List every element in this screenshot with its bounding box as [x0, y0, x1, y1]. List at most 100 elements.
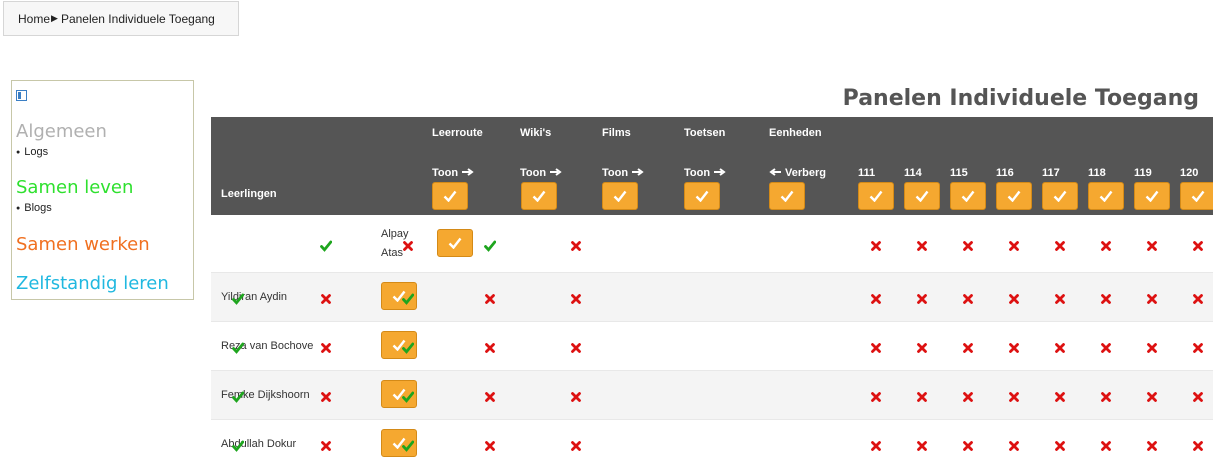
access-denied-cross-icon[interactable] [962, 390, 974, 402]
student-select-all-button[interactable] [437, 229, 473, 257]
panel-films-toggle-link[interactable]: Toon [602, 167, 644, 179]
access-denied-cross-icon[interactable] [1192, 439, 1204, 451]
checkmark-icon [695, 190, 709, 202]
access-denied-cross-icon[interactable] [1054, 439, 1066, 451]
panel-films-select-all-button[interactable] [602, 182, 638, 210]
access-denied-cross-icon[interactable] [916, 439, 928, 451]
panel-wikis-action-label: Toon [520, 167, 547, 179]
unit-117-select-all-button[interactable] [1042, 182, 1078, 210]
panel-leerroute-select-all-button[interactable] [432, 182, 468, 210]
access-denied-cross-icon[interactable] [1008, 341, 1020, 353]
access-denied-cross-icon[interactable] [1100, 239, 1112, 251]
panel-toetsen-toggle-link[interactable]: Toon [684, 167, 726, 179]
access-denied-cross-icon[interactable] [1192, 239, 1204, 251]
access-denied-cross-icon[interactable] [870, 341, 882, 353]
checkmark-icon [532, 190, 546, 202]
panel-eenheden-select-all-button[interactable] [769, 182, 805, 210]
access-denied-cross-icon[interactable] [962, 341, 974, 353]
access-denied-cross-icon[interactable] [484, 292, 496, 304]
unit-115-select-all-button[interactable] [950, 182, 986, 210]
unit-120-select-all-button[interactable] [1180, 182, 1213, 210]
access-granted-check-icon[interactable] [402, 390, 415, 403]
breadcrumb-current[interactable]: Panelen Individuele Toegang [61, 12, 215, 26]
access-denied-cross-icon[interactable] [1008, 292, 1020, 304]
access-granted-check-icon[interactable] [402, 439, 415, 452]
access-denied-cross-icon[interactable] [916, 292, 928, 304]
access-denied-cross-icon[interactable] [1146, 390, 1158, 402]
access-granted-check-icon[interactable] [484, 239, 497, 252]
access-denied-cross-icon[interactable] [1054, 239, 1066, 251]
access-denied-cross-icon[interactable] [402, 239, 414, 251]
access-granted-check-icon[interactable] [320, 239, 333, 252]
access-denied-cross-icon[interactable] [916, 239, 928, 251]
access-denied-cross-icon[interactable] [1008, 390, 1020, 402]
access-granted-check-icon[interactable] [402, 292, 415, 305]
access-denied-cross-icon[interactable] [870, 439, 882, 451]
panel-leerroute-toggle-link[interactable]: Toon [432, 167, 474, 179]
access-denied-cross-icon[interactable] [870, 390, 882, 402]
breadcrumb-home[interactable]: Home [18, 12, 50, 26]
access-denied-cross-icon[interactable] [1146, 292, 1158, 304]
access-denied-cross-icon[interactable] [1100, 292, 1112, 304]
sidebar-subitem-blogs[interactable]: Blogs [16, 202, 52, 214]
access-denied-cross-icon[interactable] [570, 239, 582, 251]
sidebar-item-samen-leven[interactable]: Samen leven [16, 177, 133, 198]
access-denied-cross-icon[interactable] [1008, 439, 1020, 451]
access-denied-cross-icon[interactable] [916, 341, 928, 353]
access-denied-cross-icon[interactable] [1054, 341, 1066, 353]
sidebar-item-algemeen[interactable]: Algemeen [16, 121, 107, 142]
access-denied-cross-icon[interactable] [962, 239, 974, 251]
access-denied-cross-icon[interactable] [1192, 341, 1204, 353]
page-title: Panelen Individuele Toegang [842, 86, 1199, 111]
panel-wikis-select-all-button[interactable] [521, 182, 557, 210]
access-denied-cross-icon[interactable] [1192, 390, 1204, 402]
access-denied-cross-icon[interactable] [320, 292, 332, 304]
access-denied-cross-icon[interactable] [1146, 341, 1158, 353]
access-granted-check-icon[interactable] [232, 341, 245, 354]
arrow-right-icon [550, 168, 562, 176]
sidebar-toggle-icon[interactable] [16, 90, 27, 101]
access-denied-cross-icon[interactable] [1192, 292, 1204, 304]
access-denied-cross-icon[interactable] [320, 390, 332, 402]
unit-116-select-all-button[interactable] [996, 182, 1032, 210]
unit-111-select-all-button[interactable] [858, 182, 894, 210]
sidebar-item-zelfstandig-leren[interactable]: Zelfstandig leren [16, 273, 169, 294]
access-granted-check-icon[interactable] [232, 439, 245, 452]
access-denied-cross-icon[interactable] [570, 341, 582, 353]
access-denied-cross-icon[interactable] [570, 292, 582, 304]
access-denied-cross-icon[interactable] [962, 439, 974, 451]
panel-eenheden-toggle-link[interactable]: Verberg [769, 167, 826, 179]
access-denied-cross-icon[interactable] [870, 239, 882, 251]
sidebar-item-samen-werken[interactable]: Samen werken [16, 234, 150, 255]
access-denied-cross-icon[interactable] [484, 390, 496, 402]
access-denied-cross-icon[interactable] [916, 390, 928, 402]
access-granted-check-icon[interactable] [402, 341, 415, 354]
sidebar-subitem-logs[interactable]: Logs [16, 146, 48, 158]
access-denied-cross-icon[interactable] [1146, 439, 1158, 451]
checkmark-icon [448, 237, 462, 249]
access-denied-cross-icon[interactable] [1146, 239, 1158, 251]
access-denied-cross-icon[interactable] [1100, 439, 1112, 451]
access-denied-cross-icon[interactable] [570, 439, 582, 451]
unit-119-select-all-button[interactable] [1134, 182, 1170, 210]
access-denied-cross-icon[interactable] [570, 390, 582, 402]
unit-114-select-all-button[interactable] [904, 182, 940, 210]
access-denied-cross-icon[interactable] [484, 341, 496, 353]
panel-wikis-toggle-link[interactable]: Toon [520, 167, 562, 179]
access-granted-check-icon[interactable] [232, 390, 245, 403]
unit-header-114: 114 [904, 167, 922, 179]
unit-118-select-all-button[interactable] [1088, 182, 1124, 210]
access-denied-cross-icon[interactable] [320, 439, 332, 451]
access-granted-check-icon[interactable] [232, 292, 245, 305]
access-denied-cross-icon[interactable] [962, 292, 974, 304]
access-denied-cross-icon[interactable] [320, 341, 332, 353]
panel-toetsen-select-all-button[interactable] [684, 182, 720, 210]
access-denied-cross-icon[interactable] [1008, 239, 1020, 251]
access-denied-cross-icon[interactable] [1054, 292, 1066, 304]
access-denied-cross-icon[interactable] [1054, 390, 1066, 402]
access-denied-cross-icon[interactable] [484, 439, 496, 451]
access-denied-cross-icon[interactable] [1100, 341, 1112, 353]
panel-header-leerroute: Leerroute [432, 127, 483, 139]
access-denied-cross-icon[interactable] [870, 292, 882, 304]
access-denied-cross-icon[interactable] [1100, 390, 1112, 402]
